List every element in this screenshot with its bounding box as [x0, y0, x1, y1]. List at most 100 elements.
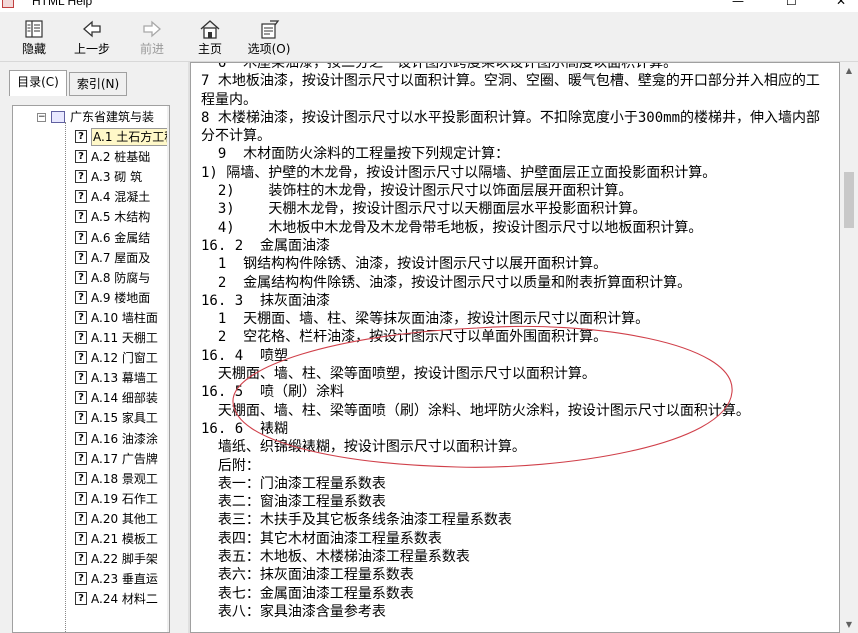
toolbar: 隐藏 上一步 前进 主页 选项(O): [0, 12, 858, 62]
help-topic-icon: ?: [75, 471, 87, 485]
options-icon: [244, 19, 294, 41]
content-line: 表二：窗油漆工程量系数表: [201, 494, 386, 511]
help-topic-icon: ?: [75, 511, 87, 525]
content-scrollbar[interactable]: ▲ ▼: [840, 62, 858, 633]
content-line: 16. 3 抹灰面油漆: [201, 292, 331, 309]
tree-item-label: A.13 幕墙工: [91, 371, 158, 386]
content-line: 表七：金属面油漆工程量系数表: [201, 585, 414, 602]
content-line: 2) 装饰柱的木龙骨，按设计图示尺寸以饰面层展开面积计算。: [201, 183, 633, 200]
tree-item-label: A.2 桩基础: [91, 150, 151, 165]
tree-root-label: 广东省建筑与装: [70, 110, 155, 124]
help-topic-icon: ?: [75, 552, 87, 566]
help-topic-icon: ?: [75, 130, 87, 143]
forward-label: 前进: [139, 42, 164, 56]
tree-item-label: A.7 屋面及: [91, 250, 151, 265]
tree-item-label: A.1 土石方工程: [91, 128, 169, 146]
maximize-button[interactable]: ☐: [786, 0, 797, 8]
forward-button[interactable]: 前进: [130, 19, 174, 61]
scroll-down-icon[interactable]: ▼: [840, 616, 858, 633]
hide-label: 隐藏: [21, 42, 46, 56]
back-button[interactable]: 上一步: [70, 19, 114, 61]
tree-item-label: A.5 木结构: [91, 210, 151, 225]
tree-item-label: A.11 天棚工: [91, 331, 158, 345]
help-topic-icon: ?: [75, 491, 87, 505]
help-topic-icon: ?: [75, 210, 87, 224]
content-line: 6 木屋架油漆，按二分之一设计图示跨度乘以设计图示高度以面积计算。: [201, 62, 678, 71]
content-line: 4) 木地板中木龙骨及木龙骨带毛地板，按设计图示尺寸以地板面积计算。: [201, 219, 703, 236]
tree-item-label: A.14 细部装: [91, 391, 158, 406]
content-line: 表六：抹灰面油漆工程量系数表: [201, 567, 414, 584]
help-topic-icon: ?: [75, 310, 87, 324]
hand-drawn-ellipse-annotation: [232, 325, 733, 468]
tree-item-label: A.16 油漆涂: [91, 431, 158, 446]
content-line: 1 钢结构构件除锈、油漆，按设计图示尺寸以展开面积计算。: [201, 256, 608, 273]
close-button[interactable]: ✕: [836, 0, 846, 8]
content-line: 16. 2 金属面油漆: [201, 237, 331, 254]
collapse-toggle[interactable]: −: [37, 113, 46, 122]
tree-item-label: A.17 广告牌: [91, 451, 158, 466]
home-label: 主页: [197, 42, 222, 56]
tree-item-label: A.10 墙柱面: [91, 310, 158, 325]
content-line: 8 木楼梯油漆，按设计图示尺寸以水平投影面积计算。不扣除宽度小于300mm的楼梯…: [201, 109, 820, 145]
tree-item-label: A.3 砌 筑: [91, 170, 143, 185]
content-line: 3) 天棚木龙骨，按设计图示尺寸以天棚面层水平投影面积计算。: [201, 201, 647, 218]
tab-contents[interactable]: 目录(C): [9, 70, 67, 96]
tree-item-label: A.12 门窗工: [91, 351, 158, 366]
content-line: 表三：木扶手及其它板条线条油漆工程量系数表: [201, 512, 512, 529]
help-topic-icon: ?: [75, 451, 87, 465]
content-scroll-thumb[interactable]: [844, 172, 854, 228]
tree-item-label: A.19 石作工: [91, 491, 158, 506]
tree-guide-line: [65, 122, 66, 632]
help-topic-icon: ?: [75, 150, 87, 164]
tree-item-label: A.23 垂直运: [91, 572, 158, 587]
help-topic-icon: ?: [75, 572, 87, 586]
tree-item-label: A.22 脚手架: [91, 552, 158, 567]
content-line: 7 木地板油漆，按设计图示尺寸以面积计算。空洞、空圈、暖气包槽、壁龛的开口部分并…: [201, 73, 820, 108]
minimize-button[interactable]: —: [732, 0, 744, 8]
help-topic-icon: ?: [75, 371, 87, 385]
content-line: 表一：门油漆工程量系数表: [201, 475, 386, 492]
content-line: 2 金属结构构件除锈、油漆，按设计图示尺寸以质量和附表折算面积计算。: [201, 274, 692, 291]
content-line: 表五：木地板、木楼梯油漆工程量系数表: [201, 549, 470, 566]
back-arrow-icon: [70, 19, 114, 41]
help-topic-icon: ?: [75, 592, 87, 606]
tree-item-label: A.6 金属结: [91, 230, 151, 245]
tree-item-label: A.18 景观工: [91, 471, 158, 486]
contents-tree: − 广东省建筑与装 ? A.1 土石方工程? A.2 桩基础? A.3 砌 筑? A.4…: [12, 105, 170, 633]
app-icon: [2, 0, 14, 8]
hide-pane-icon: [14, 19, 54, 41]
forward-arrow-icon: [130, 19, 174, 41]
navigation-pane: 目录(C) 索引(N) − 广东省建筑与装 ? A.1 土石方工程? A.2 桩基础…: [0, 62, 188, 633]
back-label: 上一步: [73, 42, 110, 56]
help-topic-icon: ?: [75, 351, 87, 365]
window-title: HTML Help: [32, 0, 93, 8]
tree-item-label: A.8 防腐与: [91, 270, 151, 285]
tab-index[interactable]: 索引(N): [69, 72, 127, 96]
home-button[interactable]: 主页: [192, 19, 228, 61]
help-topic-icon: ?: [75, 230, 87, 244]
title-bar: HTML Help — ☐ ✕: [0, 0, 858, 12]
help-topic-icon: ?: [75, 290, 87, 304]
options-label: 选项(O): [247, 42, 291, 56]
help-topic-icon: ?: [75, 532, 87, 545]
tree-scrollbar[interactable]: ▲ ▼: [167, 106, 169, 632]
content-line: 9 木材面防火涂料的工程量按下列规定计算：: [201, 146, 510, 163]
content-line: 表四：其它木材面油漆工程量系数表: [201, 530, 442, 547]
topic-content-pane: 6 木屋架油漆，按二分之一设计图示跨度乘以设计图示高度以面积计算。 7 木地板油…: [190, 62, 840, 633]
home-icon: [192, 19, 228, 41]
tree-item-label: A.4 混凝土: [91, 190, 151, 205]
tree-item-label: A.9 楼地面: [91, 290, 151, 305]
scroll-up-icon[interactable]: ▲: [840, 62, 858, 79]
tree-item-label: A.20 其他工: [91, 511, 158, 526]
content-line: 表八：家具油漆含量参考表: [201, 603, 386, 620]
help-topic-icon: ?: [75, 431, 87, 445]
help-topic-icon: ?: [75, 170, 87, 184]
tree-item-label: A.24 材料二: [91, 592, 158, 607]
help-topic-icon: ?: [75, 331, 87, 344]
content-line: 1) 隔墙、护壁的木龙骨，按设计图示尺寸以隔墙、护壁面层正立面投影面积计算。: [201, 164, 717, 181]
hide-button[interactable]: 隐藏: [14, 19, 54, 61]
options-button[interactable]: 选项(O): [244, 19, 294, 61]
tree-item-label: A.15 家具工: [91, 411, 158, 426]
help-topic-icon: ?: [75, 391, 87, 405]
help-topic-icon: ?: [75, 411, 87, 425]
